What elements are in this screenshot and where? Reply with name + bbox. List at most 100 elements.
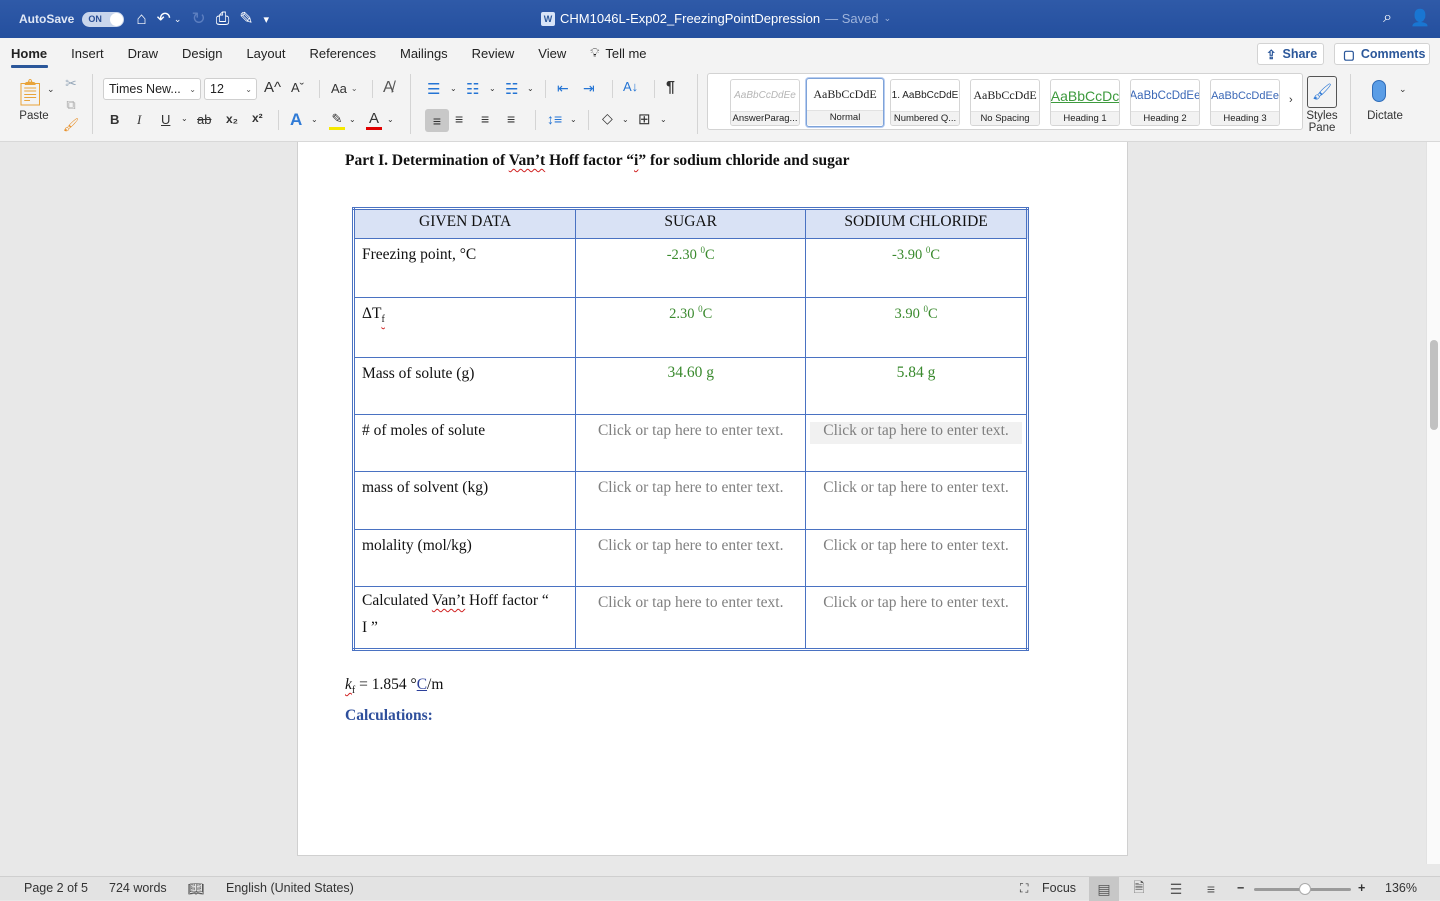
sugar-molality-input[interactable]: Click or tap here to enter text. xyxy=(575,529,807,587)
nacl-solvent-mass-input[interactable]: Click or tap here to enter text. xyxy=(805,471,1028,530)
edit-document-icon[interactable]: ✎ xyxy=(239,9,253,29)
tab-view[interactable]: View xyxy=(526,38,578,68)
styles-pane-label[interactable]: Styles Pane xyxy=(1302,110,1342,134)
misspelled-word[interactable]: Van’t xyxy=(432,592,465,609)
multilevel-list-icon[interactable]: ☵ xyxy=(505,80,518,98)
nacl-vant-hoff-input[interactable]: Click or tap here to enter text. xyxy=(805,586,1028,650)
style-answer-paragraph[interactable]: AaBbCcDdEe AnswerParag... xyxy=(730,79,800,126)
zoom-slider-knob[interactable] xyxy=(1299,883,1312,895)
sugar-mass-solute[interactable]: 34.60 g xyxy=(575,357,807,415)
proofing-icon[interactable]: 📖︎ xyxy=(188,881,205,897)
undo-icon[interactable]: ↶ xyxy=(157,9,171,29)
tab-review[interactable]: Review xyxy=(460,38,527,68)
italic-button[interactable]: I xyxy=(137,112,141,128)
focus-label[interactable]: Focus xyxy=(1042,881,1076,895)
zoom-in-button[interactable]: + xyxy=(1358,881,1365,895)
style-normal[interactable]: AaBbCcDdE Normal xyxy=(806,78,884,127)
autosave-toggle[interactable]: ON xyxy=(82,11,125,27)
style-heading-3[interactable]: AaBbCcDdEe Heading 3 xyxy=(1210,79,1280,126)
chevron-down-icon[interactable]: ⌄ xyxy=(622,115,629,124)
document-title[interactable]: W CHM1046L-Exp02_FreezingPointDepression… xyxy=(541,11,891,26)
font-size-dropdown[interactable]: 12 ⌄ xyxy=(204,78,257,100)
numbering-icon[interactable]: ☷ xyxy=(466,80,479,98)
nacl-delta-tf[interactable]: 3.90 0C xyxy=(805,297,1028,358)
borders-icon[interactable]: ⊞ xyxy=(638,110,651,128)
draft-view-button[interactable]: ≡ xyxy=(1196,877,1226,901)
chevron-down-icon[interactable]: ⌄ xyxy=(660,115,667,124)
vertical-scrollbar[interactable] xyxy=(1426,142,1440,864)
chevron-down-icon[interactable]: ⌄ xyxy=(570,115,577,124)
focus-icon[interactable]: ⛶ xyxy=(1020,881,1028,896)
align-left-button[interactable]: ≡ xyxy=(425,109,449,132)
microphone-icon[interactable] xyxy=(1368,76,1390,106)
zoom-slider[interactable] xyxy=(1254,883,1351,895)
tab-draw[interactable]: Draw xyxy=(116,38,170,68)
paste-icon[interactable]: 📋︎ xyxy=(14,76,47,108)
show-formatting-icon[interactable]: ¶ xyxy=(666,79,675,97)
bold-button[interactable]: B xyxy=(110,112,119,127)
increase-indent-icon[interactable]: ⇥ xyxy=(583,80,595,97)
text-effects-icon[interactable]: A xyxy=(290,110,302,130)
tab-insert[interactable]: Insert xyxy=(59,38,116,68)
sugar-moles-input[interactable]: Click or tap here to enter text. xyxy=(575,414,807,472)
page-count[interactable]: Page 2 of 5 xyxy=(24,881,88,895)
strikethrough-button[interactable]: ab xyxy=(197,112,211,127)
align-center-button[interactable]: ≡ xyxy=(455,111,463,127)
tab-design[interactable]: Design xyxy=(170,38,234,68)
scrollbar-thumb[interactable] xyxy=(1430,340,1438,430)
underline-button[interactable]: U xyxy=(161,112,170,127)
chevron-down-icon[interactable]: ⌄ xyxy=(527,84,534,93)
style-heading-1[interactable]: AaBbCcDc Heading 1 xyxy=(1050,79,1120,126)
align-right-button[interactable]: ≡ xyxy=(481,111,489,127)
bullets-icon[interactable]: ☰ xyxy=(427,80,440,98)
nacl-molality-input[interactable]: Click or tap here to enter text. xyxy=(805,529,1028,587)
sugar-delta-tf[interactable]: 2.30 0C xyxy=(575,297,807,358)
style-numbered-q[interactable]: 1. AaBbCcDdE Numbered Q... xyxy=(890,79,960,126)
decrease-indent-icon[interactable]: ⇤ xyxy=(557,80,569,97)
chevron-down-icon[interactable]: ⌄ xyxy=(450,84,457,93)
comments-button[interactable]: ▢ Comments xyxy=(1334,43,1430,65)
undo-dropdown-icon[interactable]: ⌄ xyxy=(174,14,182,25)
web-layout-view-button[interactable]: 🗎 xyxy=(1124,877,1154,901)
word-count[interactable]: 724 words xyxy=(109,881,167,895)
print-layout-view-button[interactable]: ▤ xyxy=(1089,877,1119,901)
customize-toolbar-icon[interactable]: ▾ xyxy=(264,13,270,26)
nacl-freezing-point[interactable]: -3.90 0C xyxy=(805,238,1028,298)
shading-icon[interactable]: ◇ xyxy=(602,110,613,127)
paste-label[interactable]: Paste xyxy=(14,110,54,122)
highlight-color-button[interactable]: ✎ xyxy=(329,109,345,131)
nacl-mass-solute[interactable]: 5.84 g xyxy=(805,357,1028,415)
tab-layout[interactable]: Layout xyxy=(234,38,297,68)
redo-icon[interactable]: ↻ xyxy=(191,9,205,29)
style-heading-2[interactable]: AaBbCcDdEe Heading 2 xyxy=(1130,79,1200,126)
styles-more-icon[interactable]: › xyxy=(1289,94,1293,106)
justify-button[interactable]: ≡ xyxy=(507,111,515,127)
cut-icon[interactable]: ✂ xyxy=(63,75,79,92)
misspelled-word[interactable]: Van’t xyxy=(509,152,545,169)
change-case-button[interactable]: Aa ⌄ xyxy=(331,81,358,96)
tab-references[interactable]: References xyxy=(298,38,388,68)
style-no-spacing[interactable]: AaBbCcDdE No Spacing xyxy=(970,79,1040,126)
superscript-button[interactable]: x² xyxy=(252,111,263,125)
grow-font-button[interactable]: A^ xyxy=(264,79,281,96)
dictate-dropdown-icon[interactable]: ⌄ xyxy=(1399,84,1407,95)
paste-dropdown-icon[interactable]: ⌄ xyxy=(47,84,55,95)
language[interactable]: English (United States) xyxy=(226,881,354,895)
sort-icon[interactable]: A↓ xyxy=(623,79,638,94)
line-spacing-icon[interactable]: ↕≡ xyxy=(547,111,562,127)
underline-dropdown-icon[interactable]: ⌄ xyxy=(181,114,188,123)
font-name-dropdown[interactable]: Times New... ⌄ xyxy=(103,78,201,100)
chevron-down-icon[interactable]: ⌄ xyxy=(349,115,356,124)
subscript-button[interactable]: x₂ xyxy=(226,112,238,126)
nacl-moles-input[interactable]: Click or tap here to enter text. xyxy=(805,414,1028,472)
chevron-down-icon[interactable]: ⌄ xyxy=(387,115,394,124)
chevron-down-icon[interactable]: ⌄ xyxy=(311,115,318,124)
chevron-down-icon[interactable]: ⌄ xyxy=(489,84,496,93)
home-icon[interactable]: ⌂ xyxy=(136,9,146,29)
sugar-freezing-point[interactable]: -2.30 0C xyxy=(575,238,807,298)
zoom-level[interactable]: 136% xyxy=(1385,881,1417,895)
font-color-button[interactable]: A xyxy=(366,108,382,132)
search-icon[interactable]: ⌕ xyxy=(1383,9,1392,27)
sugar-vant-hoff-input[interactable]: Click or tap here to enter text. xyxy=(575,586,807,650)
tell-me[interactable]: 💡︎ Tell me xyxy=(578,38,658,68)
